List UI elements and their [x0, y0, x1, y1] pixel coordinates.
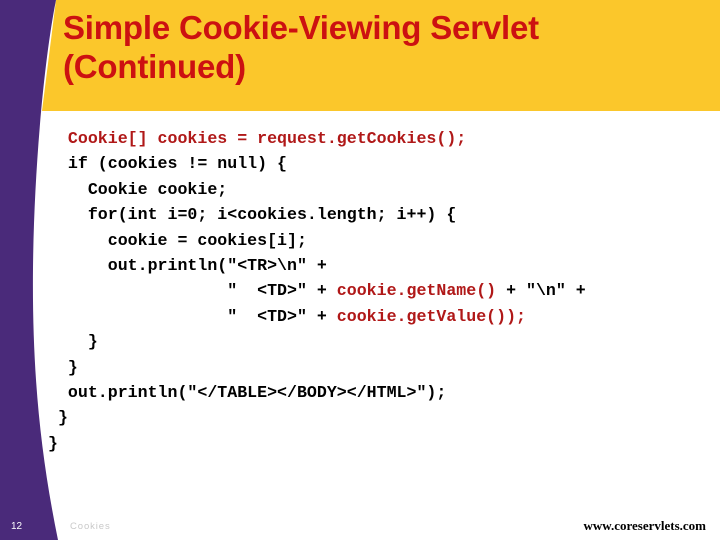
code-text: out.println("</TABLE></BODY></HTML>");	[48, 382, 447, 402]
code-text: + "\n" +	[496, 281, 586, 301]
code-text: }	[48, 357, 78, 377]
code-line: out.println("<TR>\n" +	[48, 253, 720, 278]
code-highlight: cookie.getName()	[336, 281, 497, 301]
code-listing: Cookie[] cookies = request.getCookies();…	[48, 126, 720, 456]
code-line: Cookie cookie;	[48, 177, 720, 202]
code-line: " <TD>" + cookie.getName() + "\n" +	[48, 278, 720, 303]
code-text: }	[48, 332, 98, 352]
code-text: }	[48, 433, 58, 453]
code-text: cookie = cookies[i];	[48, 230, 307, 250]
slide-canvas: Simple Cookie-Viewing Servlet (Continued…	[0, 0, 720, 540]
code-text: " <TD>" +	[48, 281, 337, 301]
code-line: }	[48, 329, 720, 354]
code-line: }	[48, 355, 720, 380]
code-text: if (cookies != null) {	[48, 154, 287, 174]
code-line: }	[48, 431, 720, 456]
code-line: Cookie[] cookies = request.getCookies();	[48, 126, 720, 151]
code-line: }	[48, 405, 720, 430]
code-line: for(int i=0; i<cookies.length; i++) {	[48, 202, 720, 227]
code-text: " <TD>" +	[48, 306, 337, 326]
code-line: out.println("</TABLE></BODY></HTML>");	[48, 380, 720, 405]
code-highlight: Cookie[] cookies = request.getCookies();	[48, 129, 467, 148]
slide-page-number: 12	[11, 521, 23, 532]
footer-section-label: Cookies	[70, 521, 111, 532]
code-line: cookie = cookies[i];	[48, 228, 720, 253]
footer-url: www.coreservlets.com	[583, 518, 707, 533]
code-line: " <TD>" + cookie.getValue());	[48, 304, 720, 329]
code-line: if (cookies != null) {	[48, 151, 720, 176]
code-text: for(int i=0; i<cookies.length; i++) {	[48, 205, 457, 225]
page-title: Simple Cookie-Viewing Servlet (Continued…	[63, 9, 539, 85]
code-text: }	[48, 408, 68, 428]
code-text: Cookie cookie;	[48, 179, 228, 199]
code-highlight: cookie.getValue());	[336, 306, 526, 326]
code-text: out.println("<TR>\n" +	[48, 255, 327, 275]
